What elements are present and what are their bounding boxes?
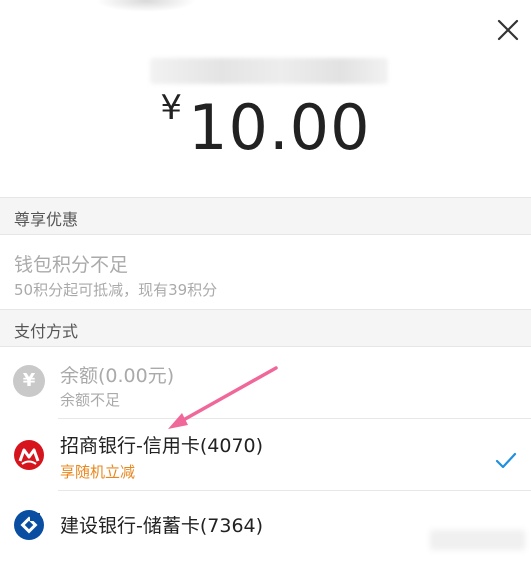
blurred-header-fragment [96, 0, 196, 12]
currency-symbol: ¥ [160, 88, 183, 128]
ccb-card-label: 建设银行-储蓄卡(7364) [60, 515, 264, 537]
payment-method-ccb-debit[interactable]: 建设银行-储蓄卡(7364) [0, 491, 531, 563]
payment-method-balance[interactable]: ¥ 余额(0.00元) 余额不足 [0, 347, 531, 419]
balance-label: 余额(0.00元) [60, 365, 175, 387]
cmb-card-label: 招商银行-信用卡(4070) [60, 435, 264, 457]
wallet-points-item: 钱包积分不足 50积分起可抵减，现有39积分 [0, 236, 531, 310]
balance-status: 余额不足 [60, 391, 121, 409]
selected-checkmark-icon [495, 452, 517, 469]
merchant-name-blurred [150, 58, 388, 84]
payment-method-cmb-credit[interactable]: 招商银行-信用卡(4070) 享随机立减 [0, 419, 531, 491]
payment-section-header: 支付方式 [0, 309, 531, 347]
discount-section-header: 尊享优惠 [0, 197, 531, 235]
ccb-bank-icon [14, 510, 44, 540]
close-icon[interactable] [496, 18, 520, 42]
yuan-balance-icon: ¥ [13, 365, 45, 397]
watermark [430, 530, 525, 550]
cmb-bank-icon [14, 440, 44, 470]
wallet-points-title: 钱包积分不足 [14, 254, 129, 276]
discount-section-title: 尊享优惠 [14, 210, 79, 229]
payment-amount: ¥10.00 [0, 88, 531, 164]
random-discount-badge: 享随机立减 [60, 463, 136, 481]
amount-value: 10.00 [188, 91, 371, 164]
payment-section-title: 支付方式 [14, 322, 79, 341]
wallet-points-desc: 50积分起可抵减，现有39积分 [14, 281, 218, 299]
